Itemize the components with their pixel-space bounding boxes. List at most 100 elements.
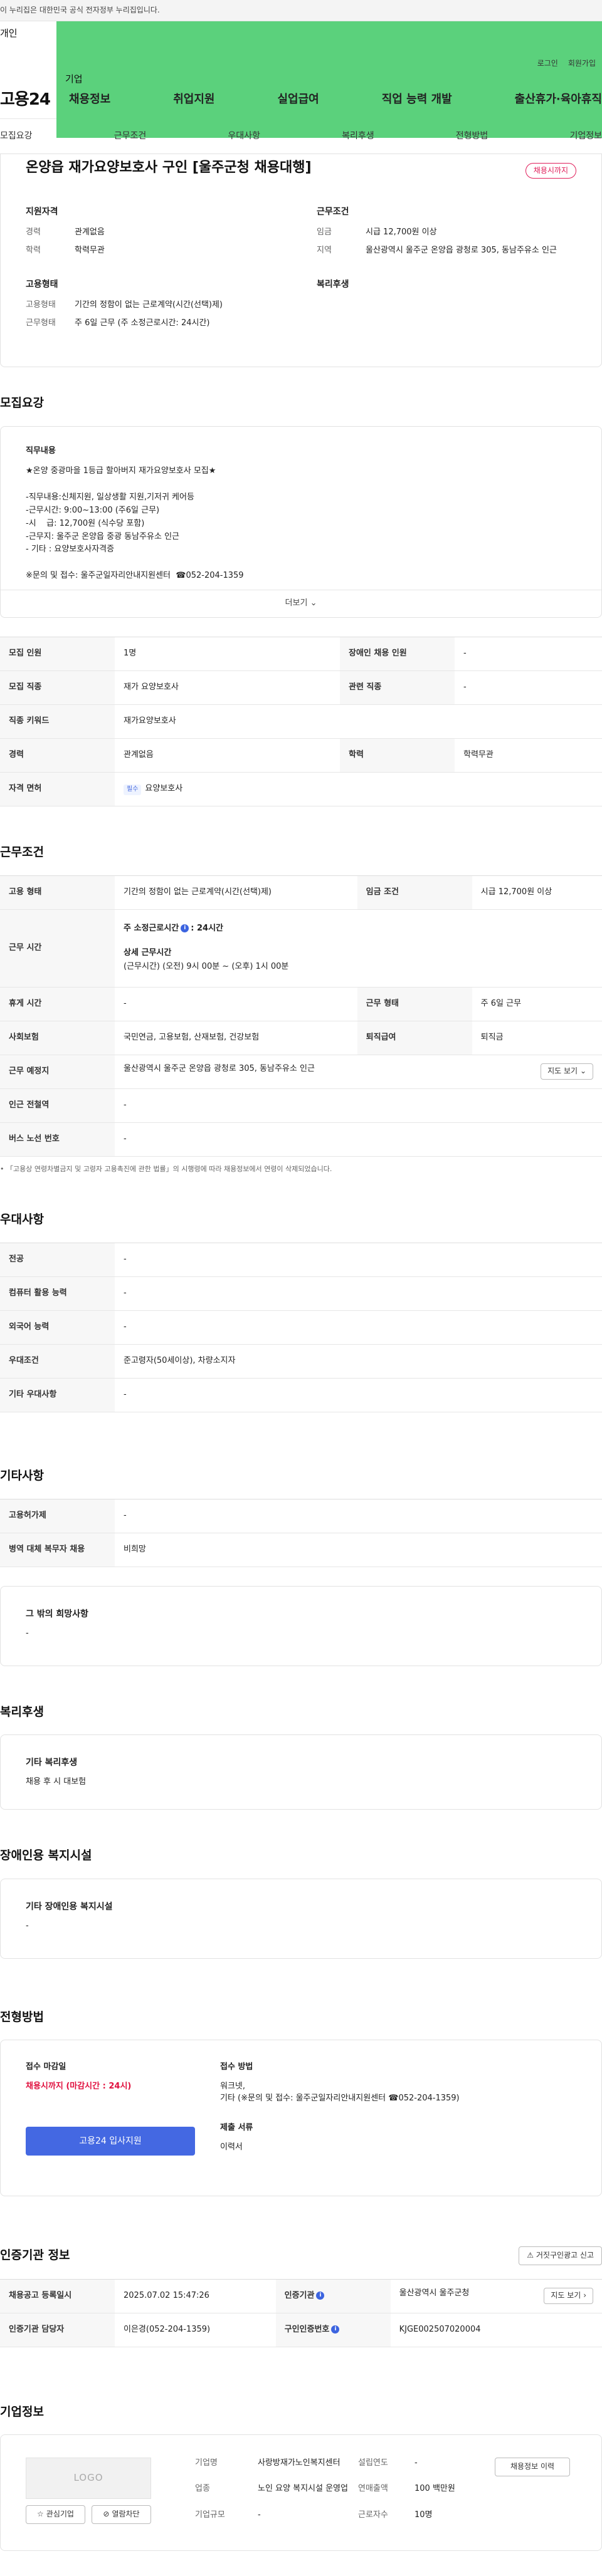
report-label: 거짓구인광고 신고 [536, 2251, 594, 2260]
cert-table: 채용공고 등록일시 2025.07.02 15:47:26 인증기관 i 울산광역… [0, 2278, 602, 2347]
sales-value: 100 백만원 [415, 2484, 455, 2494]
table-row: 기타 우대사항 - [0, 1378, 602, 1413]
table-cell: - [115, 1499, 602, 1533]
deadline-badge: 채용시까지 [525, 163, 576, 179]
table-header: 고용 형태 [0, 875, 115, 910]
gnb-item-training[interactable]: 직업 능력 개발 [382, 91, 452, 108]
table-cell: 비희망 [115, 1533, 602, 1567]
table-cell: 국민연금, 고용보험, 산재보험, 건강보험 [115, 1021, 357, 1055]
welfare-heading: 복리후생 [0, 1704, 44, 1719]
table-row: 전공 - [0, 1243, 602, 1278]
table-cell: - [454, 637, 602, 671]
table-cell: - [115, 987, 357, 1021]
worktype-label: 근무형태 [26, 318, 56, 328]
gnb-item-employment-support[interactable]: 취업지원 [173, 91, 214, 108]
table-row: 우대조건 준고령자(50세이상), 차량소지자 [0, 1344, 602, 1379]
founded-value: - [415, 2458, 418, 2468]
subnav-recruit[interactable]: 모집요강 [0, 130, 33, 142]
table-row: 모집 직종 재가 요양보호사 관련 직종 - [0, 670, 602, 705]
wage-label: 임금 [317, 227, 332, 237]
chevron-down-icon: ⌄ [310, 598, 317, 608]
table-cell: - [115, 1243, 602, 1278]
subnav-selection[interactable]: 전형방법 [456, 130, 488, 142]
company-info: 기업명 사랑방재가노인복지센터 설립연도 - 업종 노인 요양 복지시설 운영업… [151, 2458, 495, 2528]
duty-line: -근무시간: 9:00~13:00 (주6일 근무) [26, 505, 160, 515]
num-label: 구인인증번호 [284, 2324, 330, 2334]
table-row: 자격 면허 필수 요양보호사 [0, 772, 602, 806]
block-view-button[interactable]: ⊘ 열람차단 [92, 2505, 151, 2525]
table-row: 인근 전철역 - [0, 1088, 602, 1123]
chevron-right-icon: › [583, 2291, 586, 2300]
tab-company[interactable]: 기업 [56, 21, 602, 138]
signup-link[interactable]: 회원가입 [568, 58, 596, 69]
table-cell: - [115, 1310, 602, 1345]
table-row: 모집 인원 1명 장애인 채용 인원 - [0, 637, 602, 671]
subnav-preference[interactable]: 우대사항 [228, 130, 260, 142]
table-cell: - [115, 1276, 602, 1311]
selection-card: 접수 마감일 채용시까지 (마감시간 : 24시) 고용24 입사지원 접수 방… [0, 2040, 602, 2197]
tab-personal[interactable]: 개인 [0, 21, 56, 46]
worktype-value: 주 6일 근무 (주 소정근로시간: 24시간) [75, 318, 210, 328]
apply-button[interactable]: 고용24 입사지원 [26, 2126, 195, 2156]
employment-type-section: 고용형태 고용형태 기간의 정함이 없는 근로계약(시간(선택)제) 근무형태 주 … [26, 278, 292, 336]
favorite-label: 관심기업 [46, 2510, 74, 2519]
table-header: 근무 형태 [357, 987, 472, 1021]
other-wishes-heading: 그 밖의 희망사항 [26, 1609, 88, 1619]
gnb-item-jobs[interactable]: 채용정보 [69, 91, 110, 108]
map-button[interactable]: 지도 보기 ⌄ [541, 1063, 593, 1080]
table-cell: 필수 요양보호사 [115, 772, 602, 806]
org-value: 울산광역시 울주군청 [399, 2288, 470, 2298]
subnav-conditions[interactable]: 근무조건 [114, 130, 147, 142]
hiring-history-button[interactable]: 채용정보 이력 [495, 2458, 570, 2477]
user-type-tabs: 개인 기업 [0, 21, 602, 138]
login-link[interactable]: 로그인 [537, 58, 558, 69]
table-cell: 관계없음 [115, 738, 340, 773]
table-header: 모집 직종 [0, 670, 115, 705]
table-header: 임금 조건 [357, 875, 472, 910]
subnav-welfare[interactable]: 복리후생 [342, 130, 374, 142]
emptype-value: 기간의 정함이 없는 근로계약(시간(선택)제) [75, 300, 223, 310]
duty-line: ★온양 중광마을 1등급 할아버지 재가요양보호사 모집★ [26, 466, 216, 476]
info-icon[interactable]: i [331, 2325, 340, 2334]
info-icon[interactable]: i [316, 2291, 325, 2300]
table-header: 직종 키워드 [0, 704, 115, 739]
duty-heading: 직무내용 [26, 446, 56, 456]
method-line: 워크넷, [220, 2082, 246, 2092]
table-cell: 주 6일 근무 [472, 987, 602, 1021]
table-header: 인근 전철역 [0, 1088, 115, 1123]
table-header: 인증기관 담당자 [0, 2313, 115, 2347]
favorite-company-button[interactable]: ☆ 관심기업 [26, 2505, 85, 2525]
table-cell: 시급 12,700원 이상 [472, 875, 602, 910]
more-button[interactable]: 더보기 ⌄ [1, 589, 601, 617]
report-fake-ad-button[interactable]: ⚠ 거짓구인광고 신고 [519, 2246, 602, 2265]
table-header: 장애인 채용 인원 [339, 637, 455, 671]
table-cell: - [115, 1088, 602, 1123]
gnb-item-parental-leave[interactable]: 출산휴가·육아휴직 [515, 91, 602, 108]
disabled-box-value: - [26, 1921, 29, 1931]
table-header: 경력 [0, 738, 115, 773]
gnb-item-unemployment[interactable]: 실업급여 [278, 91, 319, 108]
table-cell: 이은경(052-204-1359) [115, 2313, 276, 2347]
info-icon[interactable]: i [181, 924, 189, 932]
duty-card: 직무내용 ★온양 중광마을 1등급 할아버지 재가요양보호사 모집★ -직무내용… [0, 425, 602, 618]
work-place-value: 울산광역시 울주군 온양읍 광청로 305, 동남주유소 인근 [124, 1064, 315, 1074]
summary-welfare-section: 복리후생 [317, 278, 583, 336]
etc-heading: 기타사항 [0, 1469, 44, 1483]
deadline-heading: 접수 마감일 [26, 2062, 66, 2072]
preference-heading: 우대사항 [0, 1212, 44, 1227]
conditions-heading: 근무조건 [0, 845, 44, 859]
table-cell: 주 소정근로시간 i: 24시간 상세 근무시간 (근무시간) (오전) 9시 0… [115, 909, 602, 988]
required-tag: 필수 [124, 785, 142, 795]
table-header: 고용허가제 [0, 1499, 115, 1533]
table-row: 고용 형태 기간의 정함이 없는 근로계약(시간(선택)제) 임금 조건 시급 … [0, 875, 602, 910]
duty-line: ※문의 및 접수: 울주군일자리안내지원센터 ☎052-204-1359 [26, 571, 244, 581]
table-header: 사회보험 [0, 1021, 115, 1055]
tab-personal-label: 개인 [0, 28, 18, 39]
subnav-company[interactable]: 기업정보 [569, 130, 602, 142]
table-header: 근무 예정지 [0, 1055, 115, 1089]
org-map-button[interactable]: 지도 보기 › [544, 2288, 593, 2304]
site-logo[interactable]: 고용24 [0, 88, 69, 112]
table-cell: 재가요양보호사 [115, 704, 602, 739]
table-cell: 학력무관 [454, 738, 602, 773]
emptype-label: 고용형태 [26, 300, 56, 310]
